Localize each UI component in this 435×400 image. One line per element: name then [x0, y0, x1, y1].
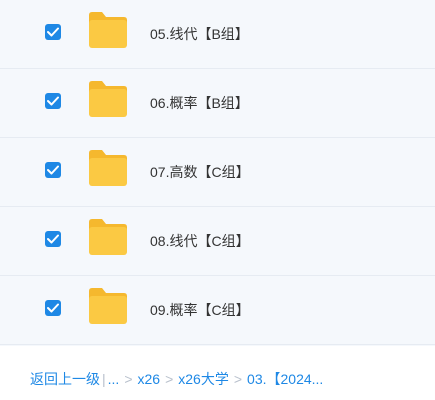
file-name[interactable]: 09.概率【C组】: [150, 276, 250, 345]
breadcrumb-item-current[interactable]: 03.【2024...: [247, 371, 323, 387]
checkbox-checked[interactable]: [45, 162, 61, 178]
back-to-parent-link[interactable]: 返回上一级: [30, 371, 100, 387]
file-row[interactable]: 06.概率【B组】: [0, 69, 435, 138]
folder-icon: [86, 149, 130, 187]
breadcrumb-separator: >: [233, 371, 243, 387]
checkmark-icon: [47, 27, 59, 37]
file-name[interactable]: 05.线代【B组】: [150, 0, 249, 69]
checkmark-icon: [47, 96, 59, 106]
file-row[interactable]: 05.线代【B组】: [0, 0, 435, 69]
breadcrumb-separator: >: [124, 371, 133, 387]
checkbox-checked[interactable]: [45, 24, 61, 40]
breadcrumb-divider: |: [102, 371, 106, 387]
folder-icon: [86, 218, 130, 256]
file-row[interactable]: 09.概率【C组】: [0, 276, 435, 345]
breadcrumb: 返回上一级 |... > x26 > x26大学 >03.【2024...: [30, 368, 435, 390]
breadcrumb-separator: >: [165, 371, 174, 387]
checkmark-icon: [47, 303, 59, 313]
breadcrumb-item-x26-university[interactable]: x26大学: [178, 371, 229, 387]
file-name[interactable]: 06.概率【B组】: [150, 69, 249, 138]
folder-icon: [86, 287, 130, 325]
folder-icon: [86, 11, 130, 49]
file-row[interactable]: 07.高数【C组】: [0, 138, 435, 207]
checkmark-icon: [47, 165, 59, 175]
checkbox-checked[interactable]: [45, 93, 61, 109]
checkbox-checked[interactable]: [45, 300, 61, 316]
breadcrumb-ellipsis[interactable]: ...: [108, 371, 120, 387]
checkmark-icon: [47, 234, 59, 244]
file-list: 05.线代【B组】 06.概率【B组】 07.高数【C组】 08.线代【C组】 …: [0, 0, 435, 346]
file-row[interactable]: 08.线代【C组】: [0, 207, 435, 276]
folder-icon: [86, 80, 130, 118]
file-name[interactable]: 07.高数【C组】: [150, 138, 250, 207]
breadcrumb-item-x26[interactable]: x26: [138, 371, 161, 387]
file-name[interactable]: 08.线代【C组】: [150, 207, 250, 276]
checkbox-checked[interactable]: [45, 231, 61, 247]
